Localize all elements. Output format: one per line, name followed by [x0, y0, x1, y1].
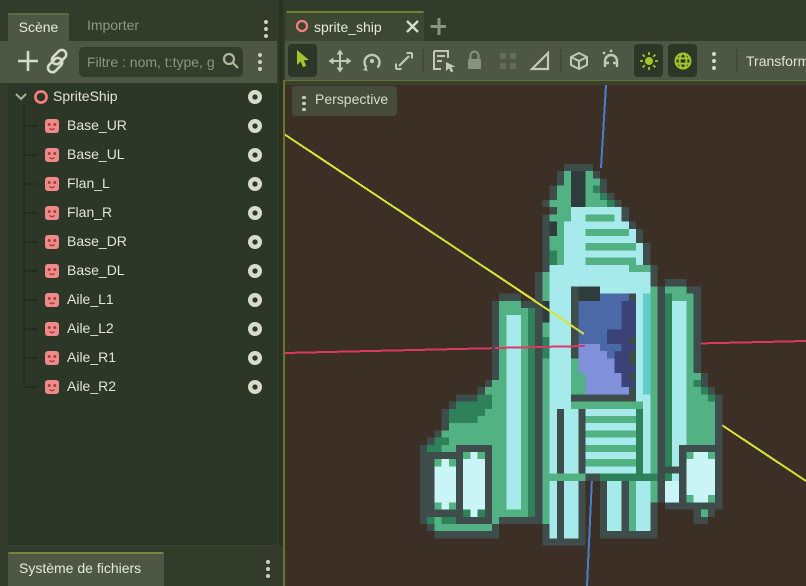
svg-text:Transform: Transform — [746, 53, 806, 69]
